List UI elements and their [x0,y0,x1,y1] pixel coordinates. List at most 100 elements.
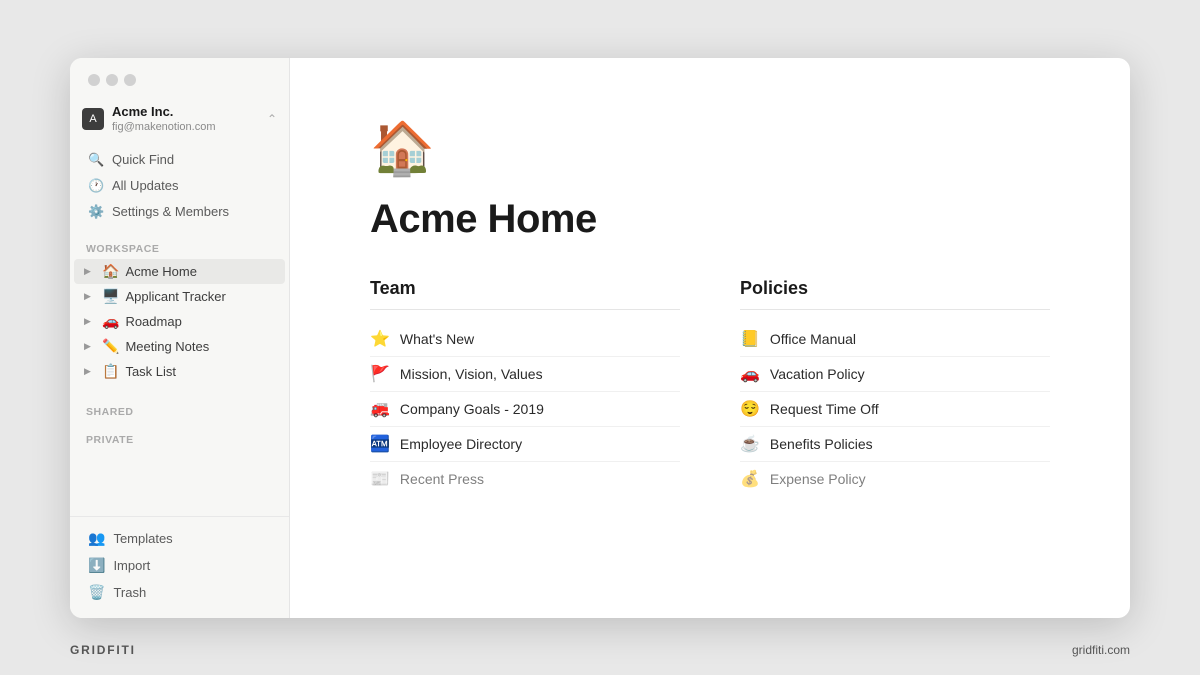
page-content: 🏠 Acme Home Team ⭐ What's New 🚩 Mission,… [290,58,1130,618]
account-email: fig@makenotion.com [112,120,216,134]
chevron-icon: ⌃ [267,112,277,126]
sidebar-item-trash[interactable]: 🗑️ Trash [74,579,285,606]
policies-column-heading: Policies [740,278,1050,310]
employee-directory-label: Employee Directory [400,436,522,452]
list-item[interactable]: ⭐ What's New [370,322,680,357]
list-item[interactable]: 🚩 Mission, Vision, Values [370,357,680,392]
office-manual-icon: 📒 [740,329,760,349]
sidebar-item-applicant-tracker[interactable]: ▶ 🖥️ Applicant Tracker [74,284,285,309]
sidebar-item-import[interactable]: ⬇️ Import [74,552,285,579]
task-list-label: Task List [125,364,176,379]
expand-arrow: ▶ [84,341,96,352]
account-row[interactable]: A Acme Inc. fig@makenotion.com ⌃ [70,98,289,141]
recent-press-icon: 📰 [370,469,390,489]
brand-left: GRIDFITI [70,643,136,657]
quick-find-label: Quick Find [112,152,174,167]
account-name: Acme Inc. [112,104,216,121]
mission-icon: 🚩 [370,364,390,384]
sidebar-nav: 🔍 Quick Find 🕐 All Updates ⚙️ Settings &… [70,141,289,231]
page-icon: 🏠 [370,118,1050,179]
sidebar-item-roadmap[interactable]: ▶ 🚗 Roadmap [74,309,285,334]
sidebar-item-meeting-notes[interactable]: ▶ ✏️ Meeting Notes [74,334,285,359]
company-goals-label: Company Goals - 2019 [400,401,544,417]
mission-label: Mission, Vision, Values [400,366,543,382]
list-item[interactable]: 🏧 Employee Directory [370,427,680,462]
sidebar-item-task-list[interactable]: ▶ 📋 Task List [74,359,285,384]
settings-label: Settings & Members [112,204,229,219]
applicant-tracker-icon: 🖥️ [102,288,119,305]
shared-section-label: SHARED [70,394,289,422]
list-item[interactable]: 📰 Recent Press [370,462,680,496]
benefits-policies-icon: ☕ [740,434,760,454]
applicant-tracker-label: Applicant Tracker [125,289,225,304]
meeting-notes-label: Meeting Notes [125,339,209,354]
policies-list: 📒 Office Manual 🚗 Vacation Policy 😌 Requ… [740,322,1050,496]
recent-press-label: Recent Press [400,471,484,487]
company-goals-icon: 🚒 [370,399,390,419]
task-list-icon: 📋 [102,363,119,380]
team-column-heading: Team [370,278,680,310]
trash-icon: 🗑️ [88,584,105,601]
acme-home-label: Acme Home [125,264,197,279]
all-updates-label: All Updates [112,178,178,193]
main-content: 🏠 Acme Home Team ⭐ What's New 🚩 Mission,… [290,58,1130,618]
benefits-policies-label: Benefits Policies [770,436,873,452]
footer: GRIDFITI gridfiti.com [0,643,1200,657]
sidebar-item-all-updates[interactable]: 🕐 All Updates [74,173,285,199]
office-manual-label: Office Manual [770,331,856,347]
shared-private-section: SHARED PRIVATE [70,384,289,450]
page-title: Acme Home [370,197,1050,242]
expand-arrow: ▶ [84,291,96,302]
traffic-lights [70,58,289,98]
vacation-policy-label: Vacation Policy [770,366,865,382]
brand-right: gridfiti.com [1072,643,1130,657]
whats-new-icon: ⭐ [370,329,390,349]
sidebar-item-settings[interactable]: ⚙️ Settings & Members [74,199,285,225]
gear-icon: ⚙️ [88,204,104,220]
team-column: Team ⭐ What's New 🚩 Mission, Vision, Val… [370,278,680,496]
maximize-button[interactable] [124,74,136,86]
meeting-notes-icon: ✏️ [102,338,119,355]
sidebar-item-quick-find[interactable]: 🔍 Quick Find [74,147,285,173]
list-item[interactable]: 😌 Request Time Off [740,392,1050,427]
search-icon: 🔍 [88,152,104,168]
account-text: Acme Inc. fig@makenotion.com [112,104,216,135]
account-icon: A [82,108,104,130]
sidebar: A Acme Inc. fig@makenotion.com ⌃ 🔍 Quick… [70,58,290,618]
close-button[interactable] [88,74,100,86]
list-item[interactable]: 🚒 Company Goals - 2019 [370,392,680,427]
private-section-label: PRIVATE [70,422,289,450]
sidebar-bottom: 👥 Templates ⬇️ Import 🗑️ Trash [70,516,289,618]
request-time-off-icon: 😌 [740,399,760,419]
team-list: ⭐ What's New 🚩 Mission, Vision, Values 🚒… [370,322,680,496]
list-item[interactable]: ☕ Benefits Policies [740,427,1050,462]
acme-home-icon: 🏠 [102,263,119,280]
sidebar-item-templates[interactable]: 👥 Templates [74,525,285,552]
whats-new-label: What's New [400,331,474,347]
expand-arrow: ▶ [84,266,96,277]
roadmap-icon: 🚗 [102,313,119,330]
account-info: A Acme Inc. fig@makenotion.com [82,104,216,135]
trash-label: Trash [113,585,146,600]
vacation-policy-icon: 🚗 [740,364,760,384]
minimize-button[interactable] [106,74,118,86]
import-icon: ⬇️ [88,557,105,574]
templates-label: Templates [113,531,172,546]
sidebar-item-acme-home[interactable]: ▶ 🏠 Acme Home [74,259,285,284]
expand-arrow: ▶ [84,366,96,377]
list-item[interactable]: 🚗 Vacation Policy [740,357,1050,392]
roadmap-label: Roadmap [125,314,181,329]
app-window: A Acme Inc. fig@makenotion.com ⌃ 🔍 Quick… [70,58,1130,618]
clock-icon: 🕐 [88,178,104,194]
list-item[interactable]: 📒 Office Manual [740,322,1050,357]
import-label: Import [113,558,150,573]
expense-policy-label: Expense Policy [770,471,866,487]
expand-arrow: ▶ [84,316,96,327]
policies-column: Policies 📒 Office Manual 🚗 Vacation Poli… [740,278,1050,496]
list-item[interactable]: 💰 Expense Policy [740,462,1050,496]
employee-directory-icon: 🏧 [370,434,390,454]
expense-policy-icon: 💰 [740,469,760,489]
page-columns: Team ⭐ What's New 🚩 Mission, Vision, Val… [370,278,1050,496]
templates-icon: 👥 [88,530,105,547]
workspace-section-label: WORKSPACE [70,231,289,259]
